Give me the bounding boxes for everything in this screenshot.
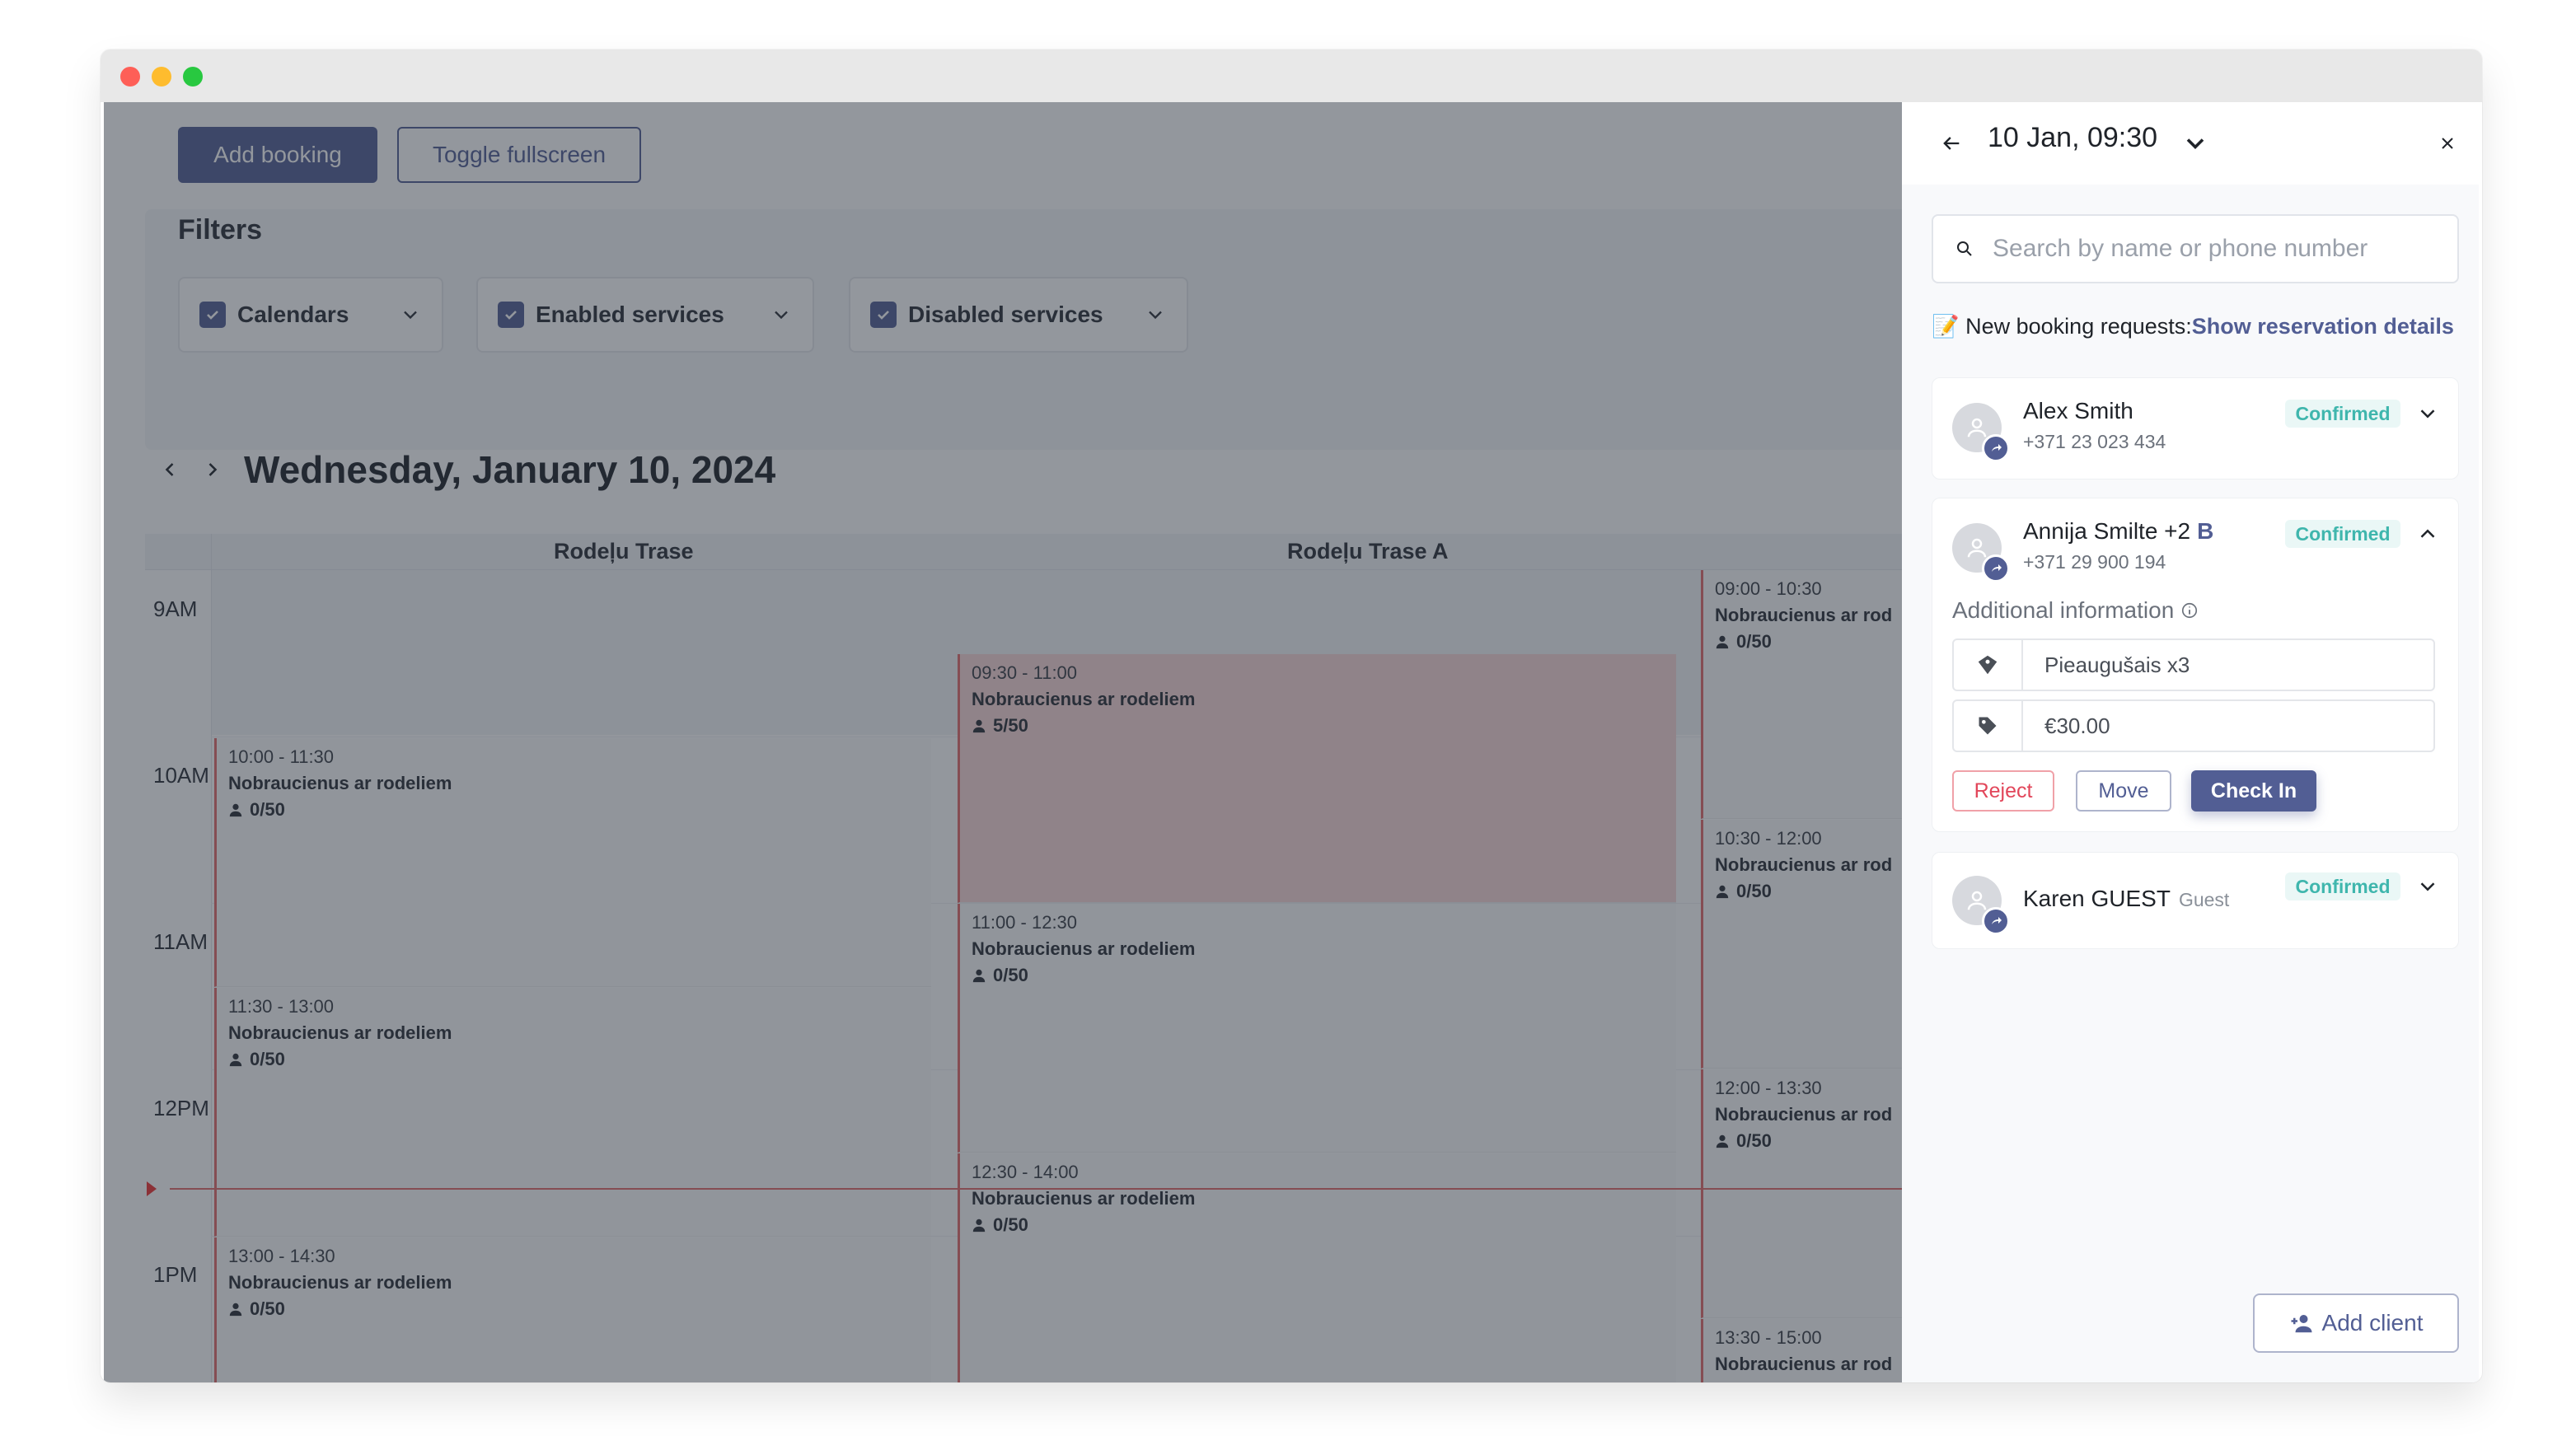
status-badge: Confirmed	[2285, 520, 2400, 548]
add-client-label: Add client	[2321, 1310, 2424, 1335]
ticket-icon	[1954, 640, 2023, 690]
ticket-info-text: Pieaugušais x3	[2044, 652, 2190, 677]
client-card[interactable]: Alex Smith +371 23 023 434 Confirmed	[1932, 377, 2459, 479]
back-button[interactable]	[1932, 124, 1971, 163]
app-window: Add booking Toggle fullscreen Filters Ca…	[101, 49, 2482, 1382]
client-name-row: Annija Smilte +2 B	[2023, 518, 2213, 545]
additional-information-label: Additional information	[1952, 597, 2175, 623]
add-user-icon	[2291, 1315, 2312, 1333]
status-badge: Confirmed	[2285, 400, 2400, 428]
reject-button[interactable]: Reject	[1952, 770, 2054, 812]
title-bar	[101, 49, 2482, 102]
avatar	[1952, 876, 2010, 935]
search-icon	[1957, 241, 1972, 256]
booking-requests-line: 📝 New booking requests: Show reservation…	[1932, 313, 2454, 339]
client-card-expanded[interactable]: Annija Smilte +2 B +371 29 900 194 Confir…	[1932, 498, 2459, 832]
client-name: Annija Smilte +2	[2023, 518, 2191, 544]
chevron-up-icon[interactable]	[2415, 522, 2440, 546]
client-name: Karen GUEST	[2023, 886, 2171, 911]
maximize-window-button[interactable]	[183, 67, 203, 87]
info-icon[interactable]	[2180, 601, 2199, 620]
close-icon	[2442, 138, 2453, 149]
price-info-row: €30.00	[1952, 699, 2435, 752]
calendar-main: Add booking Toggle fullscreen Filters Ca…	[104, 102, 1902, 1382]
panel-header: 10 Jan, 09:30	[1902, 102, 2479, 185]
chevron-down-icon[interactable]	[2415, 401, 2440, 426]
avatar	[1952, 523, 2010, 582]
booking-requests-label: 📝 New booking requests:	[1932, 314, 2192, 339]
chevron-down-icon[interactable]	[2180, 129, 2210, 158]
additional-information: Additional information	[1952, 597, 2199, 624]
arrow-left-icon	[1943, 137, 1960, 150]
minimize-window-button[interactable]	[152, 67, 171, 87]
user-icon	[1967, 538, 1987, 558]
client-name-row: Karen GUEST Guest	[2023, 886, 2229, 912]
status-badge: Confirmed	[2285, 872, 2400, 900]
search-input[interactable]	[1993, 235, 2436, 263]
move-button[interactable]: Move	[2076, 770, 2171, 812]
client-phone: +371 29 900 194	[2023, 551, 2166, 573]
show-reservation-details-link[interactable]: Show reservation details	[2192, 314, 2454, 339]
client-name: Alex Smith	[2023, 398, 2133, 423]
modal-backdrop[interactable]	[104, 102, 1902, 1382]
client-search[interactable]	[1932, 214, 2459, 283]
price-tag-icon	[1954, 701, 2023, 751]
chevron-down-icon[interactable]	[2415, 874, 2440, 899]
close-window-button[interactable]	[120, 67, 140, 87]
share-icon	[1982, 907, 2010, 935]
ticket-info-row: Pieaugušais x3	[1952, 638, 2435, 691]
app-content: Add booking Toggle fullscreen Filters Ca…	[104, 102, 2479, 1382]
price-info-text: €30.00	[2044, 713, 2110, 738]
user-icon	[1967, 891, 1987, 910]
avatar	[1952, 403, 2010, 462]
guest-label: Guest	[2178, 889, 2230, 910]
check-in-button[interactable]: Check In	[2191, 770, 2316, 812]
share-icon	[1982, 434, 2010, 462]
booking-side-panel: 10 Jan, 09:30 📝 New booking requests: Sh…	[1902, 102, 2479, 1382]
client-tag: B	[2197, 518, 2214, 544]
user-icon	[1967, 418, 1987, 437]
client-card[interactable]: Karen GUEST Guest Confirmed	[1932, 852, 2459, 949]
client-phone: +371 23 023 434	[2023, 431, 2166, 452]
close-panel-button[interactable]	[2429, 125, 2466, 161]
add-client-button[interactable]: Add client	[2253, 1293, 2459, 1353]
share-icon	[1982, 554, 2010, 582]
panel-date: 10 Jan, 09:30	[1988, 122, 2158, 153]
